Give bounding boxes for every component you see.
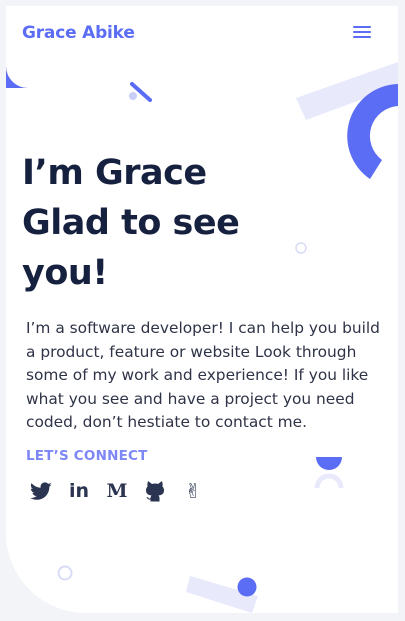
decor-bottom-stripe-shape — [186, 576, 258, 613]
decor-half-circle-shape — [314, 457, 344, 489]
decor-quarter-circle-shape — [6, 66, 28, 88]
hero-heading: I’m Grace Glad to see you! — [22, 148, 322, 298]
github-icon — [146, 481, 164, 502]
intro-paragraph: I’m a software developer! I can help you… — [26, 319, 380, 432]
hamburger-menu-icon — [353, 26, 371, 28]
hero-heading-line: I’m Grace — [22, 153, 207, 193]
medium-link[interactable]: M — [102, 478, 132, 504]
menu-button[interactable] — [350, 24, 374, 42]
twitter-icon — [30, 481, 52, 500]
peace-hand-icon: ✌ — [184, 479, 202, 503]
menu-line — [353, 36, 371, 38]
medium-icon: M — [106, 480, 128, 502]
decor-slash-shape — [129, 82, 152, 102]
social-links: in M ✌ — [26, 478, 208, 504]
linkedin-link[interactable]: in — [64, 478, 94, 504]
hero-heading-line: you! — [22, 253, 108, 293]
twitter-link[interactable] — [26, 478, 56, 504]
hero-heading-line: Glad to see — [22, 203, 240, 243]
hero-card: Grace Abike I’m Grace Glad to see you! I… — [6, 6, 398, 613]
connect-label: LET’S CONNECT — [26, 448, 148, 464]
menu-line — [353, 31, 371, 33]
linkedin-icon: in — [68, 480, 90, 502]
brand-logo[interactable]: Grace Abike — [22, 23, 135, 43]
github-link[interactable] — [140, 478, 170, 504]
decor-bottom-ring-shape — [57, 565, 73, 581]
decor-ring-arc-shape — [347, 84, 398, 179]
peace-link[interactable]: ✌ — [178, 478, 208, 504]
